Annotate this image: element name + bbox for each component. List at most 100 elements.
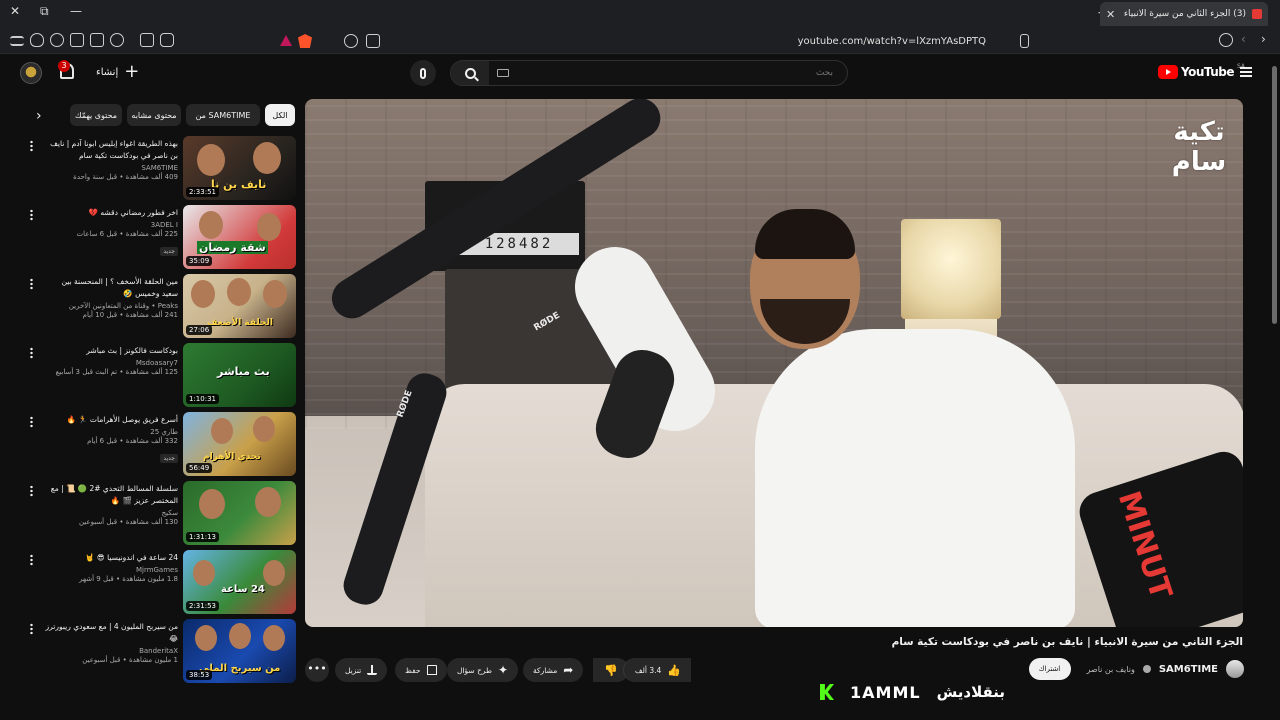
- share-button[interactable]: ➦ مشاركة: [523, 658, 584, 682]
- address-bar[interactable]: youtube.com/watch?v=lXzmYAsDPTQ: [280, 31, 1029, 51]
- sidebar-icon[interactable]: [90, 33, 104, 47]
- chip-relevant[interactable]: محتوى يهمّك: [70, 104, 122, 126]
- subscribe-button[interactable]: اشتراك: [1028, 658, 1071, 680]
- window-close-icon[interactable]: ✕: [10, 4, 20, 18]
- video-title[interactable]: 24 ساعة في اندونيسيا 😎 🤘: [44, 552, 178, 564]
- save-button[interactable]: حفظ: [395, 658, 447, 682]
- voice-search-button[interactable]: [410, 60, 436, 86]
- tab-close-icon[interactable]: ✕: [1106, 8, 1115, 21]
- search-box[interactable]: [450, 60, 848, 86]
- channel-name[interactable]: BanderitaX: [44, 647, 178, 655]
- back-icon[interactable]: ‹: [1241, 32, 1246, 46]
- video-thumbnail[interactable]: شقة رمضان 35:09: [183, 205, 296, 269]
- list-item[interactable]: شقة رمضان 35:09 اخر فطور رمضاني دقشه 💔 3…: [20, 205, 296, 271]
- video-duration: 56:49: [186, 463, 213, 473]
- shield-icon[interactable]: [30, 33, 44, 47]
- chip-similar[interactable]: محتوى مشابه: [127, 104, 181, 126]
- more-actions-icon[interactable]: [30, 278, 33, 290]
- channel-name[interactable]: Msdoasary7: [44, 359, 178, 367]
- thumbs-down-icon: 👎: [604, 663, 618, 677]
- video-title[interactable]: اخر فطور رمضاني دقشه 💔: [44, 207, 178, 219]
- music-icon[interactable]: [110, 33, 124, 47]
- thumbnail-face: [195, 625, 217, 651]
- brave-shield-icon[interactable]: [298, 34, 312, 48]
- ask-button[interactable]: ✦ طرح سؤال: [447, 658, 519, 682]
- channel-name[interactable]: Peaks • وقناة من المتعاونين الآخرين: [44, 302, 178, 310]
- more-actions-icon[interactable]: [30, 416, 33, 428]
- video-thumbnail[interactable]: الحلقة الأضعف 27:06: [183, 274, 296, 338]
- vpn-triangle-icon[interactable]: [280, 35, 292, 46]
- cast-icon[interactable]: [366, 34, 380, 48]
- bookmark-icon[interactable]: [1020, 34, 1029, 48]
- create-button[interactable]: إنشاء +: [96, 61, 140, 82]
- video-player[interactable]: 128482 MINUT RØDE RØDE تكية سام: [305, 99, 1243, 627]
- channel-name[interactable]: طاري 25: [44, 428, 178, 436]
- video-title[interactable]: من سيربح المليون 4 | مع سعودي ريبورترز 😂: [44, 621, 179, 645]
- thumbnail-face: [197, 144, 225, 176]
- pen-icon[interactable]: [50, 33, 64, 47]
- video-thumbnail[interactable]: تحدي الأهرام 56:49: [183, 412, 296, 476]
- chip-from-channel[interactable]: من SAM6TIME: [186, 104, 260, 126]
- page-scrollbar[interactable]: [1271, 60, 1278, 680]
- video-title[interactable]: أسرع فريق يوصل الأهرامات 🏃 🔥: [44, 414, 178, 426]
- search-input[interactable]: [495, 64, 843, 82]
- list-item[interactable]: من سيربح الملي 38:53 من سيربح المليون 4 …: [20, 619, 296, 685]
- browser-tab[interactable]: (3) الجزء الثاني من سيرة الانبياء | نايف…: [1100, 2, 1268, 26]
- refresh-icon[interactable]: [1219, 33, 1233, 47]
- extensions-icon[interactable]: [160, 33, 174, 47]
- list-item[interactable]: 24 ساعة 2:31:53 24 ساعة في اندونيسيا 😎 🤘…: [20, 550, 296, 616]
- video-title[interactable]: بودكاست فالكونز | بث مباشر: [44, 345, 178, 357]
- video-thumbnail[interactable]: نايف بن نا 2:33:51: [183, 136, 296, 200]
- video-title[interactable]: مين الحلقة الأسخف ؟ | المنحسنة بين سعيد …: [44, 276, 178, 300]
- video-title[interactable]: سلسلة المسالط التحدي #2 🟢 📜 | مع المختصر…: [44, 483, 178, 507]
- more-actions-icon[interactable]: [30, 209, 33, 221]
- collaborator-name[interactable]: ونايف بن ناصر: [1087, 665, 1135, 674]
- window-maximize-icon[interactable]: ⧉: [40, 4, 49, 19]
- list-item[interactable]: الحلقة الأضعف 27:06 مين الحلقة الأسخف ؟ …: [20, 274, 296, 340]
- more-actions-icon[interactable]: [30, 140, 33, 152]
- more-actions-icon[interactable]: [30, 485, 33, 497]
- plus-icon: +: [124, 61, 140, 82]
- video-thumbnail[interactable]: من سيربح الملي 38:53: [183, 619, 296, 683]
- channel-name[interactable]: سكيج: [44, 509, 178, 517]
- video-title[interactable]: بهذه الطريقة اغواء إبليس ابونا آدم | ناي…: [44, 138, 178, 162]
- account-avatar[interactable]: [20, 62, 42, 84]
- thumbnail-face: [253, 416, 275, 442]
- more-actions-button[interactable]: •••: [305, 658, 329, 682]
- thumbnail-face: [199, 211, 223, 239]
- more-actions-icon[interactable]: [30, 347, 33, 359]
- reader-icon[interactable]: [70, 33, 84, 47]
- stream-overlay: 1AMML بنقلاديش: [820, 680, 1005, 704]
- scrollbar-thumb[interactable]: [1272, 66, 1277, 324]
- list-item[interactable]: 1:31:13 سلسلة المسالط التحدي #2 🟢 📜 | مع…: [20, 481, 296, 547]
- video-thumbnail[interactable]: 1:31:13: [183, 481, 296, 545]
- youtube-logo[interactable]: YouTube SA: [1158, 63, 1245, 79]
- window-minimize-icon[interactable]: —: [70, 4, 82, 18]
- search-button[interactable]: [451, 61, 489, 85]
- like-button[interactable]: 👍 3.4 ألف: [623, 658, 691, 682]
- forward-icon[interactable]: ›: [1261, 32, 1266, 46]
- channel-name-main[interactable]: SAM6TIME: [1159, 664, 1218, 675]
- video-thumbnail[interactable]: بث مباشر 1:10:31: [183, 343, 296, 407]
- channel-name[interactable]: MjrmGames: [44, 566, 178, 574]
- chevron-right-icon[interactable]: ›: [36, 108, 42, 124]
- reload-page-icon[interactable]: [344, 34, 358, 48]
- list-item[interactable]: بث مباشر 1:10:31 بودكاست فالكونز | بث مب…: [20, 343, 296, 409]
- screenshot-icon[interactable]: [140, 33, 154, 47]
- list-item[interactable]: نايف بن نا 2:33:51 بهذه الطريقة اغواء إب…: [20, 136, 296, 202]
- thumbnail-face: [193, 560, 215, 586]
- video-thumbnail[interactable]: 24 ساعة 2:31:53: [183, 550, 296, 614]
- video-title-main: الجزء الثاني من سيرة الانبياء | نايف بن …: [891, 636, 1243, 648]
- more-actions-icon[interactable]: [30, 623, 33, 635]
- more-actions-icon[interactable]: [30, 554, 33, 566]
- guide-menu-icon[interactable]: [1240, 67, 1252, 77]
- download-button[interactable]: تنزيل: [335, 658, 388, 682]
- channel-name[interactable]: 3ADEL I: [44, 221, 178, 229]
- recommendation-chips: › محتوى يهمّك محتوى مشابه من SAM6TIME ال…: [30, 104, 296, 126]
- list-item[interactable]: تحدي الأهرام 56:49 أسرع فريق يوصل الأهرا…: [20, 412, 296, 478]
- browser-menu-icon[interactable]: [10, 36, 24, 46]
- channel-avatar[interactable]: [1226, 660, 1244, 678]
- video-stats: 332 ألف مشاهدة • قبل 6 أيام: [87, 437, 178, 445]
- channel-name[interactable]: SAM6TIME: [44, 164, 178, 172]
- chip-all[interactable]: الكل: [265, 104, 295, 126]
